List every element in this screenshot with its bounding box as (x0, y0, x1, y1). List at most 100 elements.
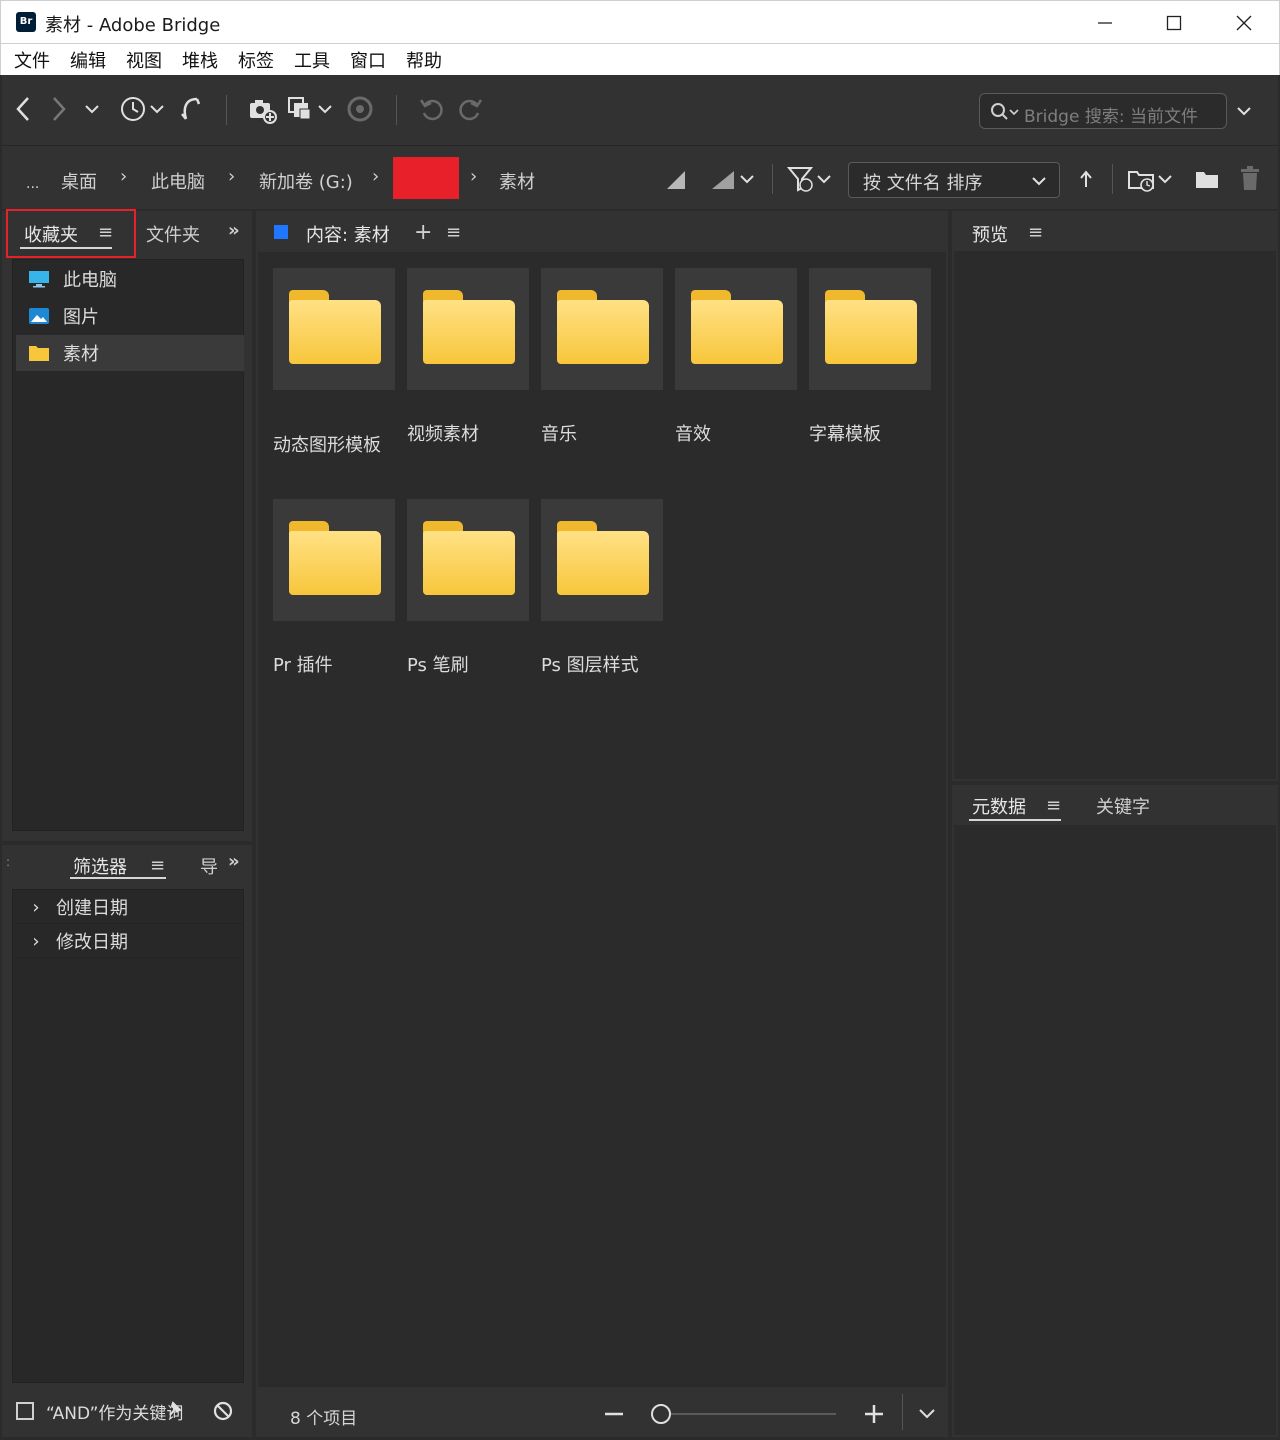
favorite-label: 此电脑 (63, 270, 117, 291)
breadcrumb-desktop[interactable]: 桌面 (61, 168, 97, 194)
item-count: 8 个项目 (290, 1409, 358, 1429)
filter-item-modified-date[interactable]: › 修改日期 (16, 925, 244, 958)
menu-stack[interactable]: 堆栈 (182, 47, 218, 73)
panel-menu-icon[interactable]: ≡ (150, 855, 165, 876)
quality-options-button[interactable] (708, 166, 758, 192)
menu-label[interactable]: 标签 (238, 47, 274, 73)
folder-thumbnail[interactable] (273, 499, 395, 621)
history-dropdown-button[interactable] (82, 99, 102, 119)
folder-thumbnail[interactable] (407, 499, 529, 621)
menu-help[interactable]: 帮助 (406, 47, 442, 73)
search-icon (991, 103, 1019, 120)
folder-clock-icon (1128, 171, 1172, 192)
get-photos-button[interactable] (246, 93, 278, 125)
folder-thumbnail[interactable] (541, 268, 663, 390)
new-folder-button[interactable] (1192, 166, 1222, 192)
delete-button[interactable] (1236, 164, 1264, 192)
folder-thumbnail[interactable] (273, 268, 395, 390)
rotate-left-button[interactable] (416, 93, 448, 125)
recent-files-button[interactable] (117, 93, 167, 125)
favorite-item-sucai[interactable]: 素材 (16, 335, 244, 371)
path-more-button[interactable]: ... (26, 176, 39, 192)
tab-keywords[interactable]: 关键字 (1096, 793, 1150, 819)
view-options-chevron-icon[interactable] (918, 1408, 936, 1420)
sort-select[interactable]: 按 文件名 排序 (848, 162, 1060, 198)
sort-ascending-button[interactable] (1074, 166, 1098, 192)
clear-filter-icon[interactable] (212, 1400, 234, 1422)
more-panels-icon[interactable]: » (228, 220, 240, 241)
folder-label[interactable]: 音效 (675, 420, 711, 446)
breadcrumb-drive-g[interactable]: 新加卷 (G:) (259, 168, 353, 194)
folder-label[interactable]: 字幕模板 (809, 420, 881, 446)
preview-area (954, 251, 1276, 779)
recent-folders-button[interactable] (1126, 164, 1176, 194)
folder-thumbnail[interactable] (407, 268, 529, 390)
tab-metadata[interactable]: 元数据 (972, 793, 1026, 819)
maximize-button[interactable] (1140, 1, 1208, 45)
favorite-item-pictures[interactable]: 图片 (16, 298, 244, 334)
metadata-panel: 元数据 ≡ 关键字 (952, 785, 1278, 1437)
search-options-button[interactable] (1232, 99, 1256, 123)
menu-tools[interactable]: 工具 (294, 47, 330, 73)
back-button[interactable] (10, 95, 36, 123)
menu-view[interactable]: 视图 (126, 47, 162, 73)
close-window-button[interactable] (1210, 1, 1278, 45)
toolbar-divider (772, 164, 773, 194)
quality-low-button[interactable] (662, 166, 690, 192)
title-bar: Br 素材 - Adobe Bridge (0, 0, 1280, 44)
filter-item-created-date[interactable]: › 创建日期 (16, 891, 244, 924)
chevron-right-icon: › (372, 166, 380, 187)
folder-label[interactable]: Ps 图层样式 (541, 651, 639, 677)
breadcrumb-current-folder[interactable]: 素材 (499, 168, 535, 194)
minimize-button[interactable] (1071, 1, 1139, 45)
folder-label[interactable]: 音乐 (541, 420, 577, 446)
panel-menu-icon[interactable]: ≡ (1028, 222, 1043, 243)
and-keyword-checkbox[interactable] (16, 1402, 34, 1420)
favorite-item-this-pc[interactable]: 此电脑 (16, 261, 244, 297)
menu-window[interactable]: 窗口 (350, 47, 386, 73)
folder-label[interactable]: 视频素材 (407, 420, 479, 446)
tab-filter[interactable]: 筛选器 (73, 853, 127, 879)
zoom-out-icon[interactable] (602, 1403, 626, 1425)
search-input[interactable]: Bridge 搜索: 当前文件 (979, 93, 1227, 129)
filter-label: 修改日期 (56, 932, 128, 953)
highlight-box (6, 209, 136, 258)
panel-menu-icon[interactable]: ≡ (1046, 795, 1061, 816)
return-to-app-button[interactable] (176, 93, 204, 125)
tab-export[interactable]: 导 (200, 853, 218, 879)
folder-thumbnail[interactable] (541, 499, 663, 621)
filter-items-button[interactable] (786, 164, 836, 194)
zoom-in-icon[interactable] (863, 1403, 885, 1425)
pin-icon[interactable] (164, 1397, 186, 1419)
menu-file[interactable]: 文件 (14, 47, 50, 73)
breadcrumb-redacted-folder[interactable] (393, 157, 459, 199)
folder-label[interactable]: Ps 笔刷 (407, 651, 469, 677)
menu-bar: 文件 编辑 视图 堆栈 标签 工具 窗口 帮助 (0, 44, 1280, 75)
tab-preview[interactable]: 预览 (972, 221, 1008, 247)
sort-select-label: 按 文件名 排序 (863, 173, 983, 194)
refine-button[interactable] (286, 93, 336, 125)
folder-label[interactable]: 动态图形模板 (273, 431, 381, 457)
menu-edit[interactable]: 编辑 (70, 47, 106, 73)
chevron-right-icon: › (470, 166, 478, 187)
forward-button[interactable] (46, 95, 72, 123)
arrow-right-icon (53, 97, 66, 121)
folder-thumbnail[interactable] (675, 268, 797, 390)
panel-menu-icon[interactable]: ≡ (446, 222, 461, 243)
panel-grip: : (6, 855, 11, 869)
thumbnail-size-slider[interactable] (650, 1403, 840, 1425)
rotate-right-button[interactable] (454, 93, 486, 125)
filter-star-icon (786, 167, 831, 192)
tab-folders[interactable]: 文件夹 (146, 221, 200, 247)
boomerang-icon (181, 97, 201, 120)
folder-icon (1196, 172, 1218, 188)
folder-icon (29, 346, 49, 361)
breadcrumb-this-pc[interactable]: 此电脑 (151, 168, 205, 194)
slider-thumb[interactable] (651, 1404, 671, 1424)
more-panels-icon[interactable]: » (228, 851, 240, 872)
open-in-camera-raw-button[interactable] (344, 93, 376, 125)
folder-label[interactable]: Pr 插件 (273, 651, 333, 677)
folder-icon (825, 290, 917, 364)
add-tab-icon[interactable]: + (414, 220, 432, 245)
folder-thumbnail[interactable] (809, 268, 931, 390)
